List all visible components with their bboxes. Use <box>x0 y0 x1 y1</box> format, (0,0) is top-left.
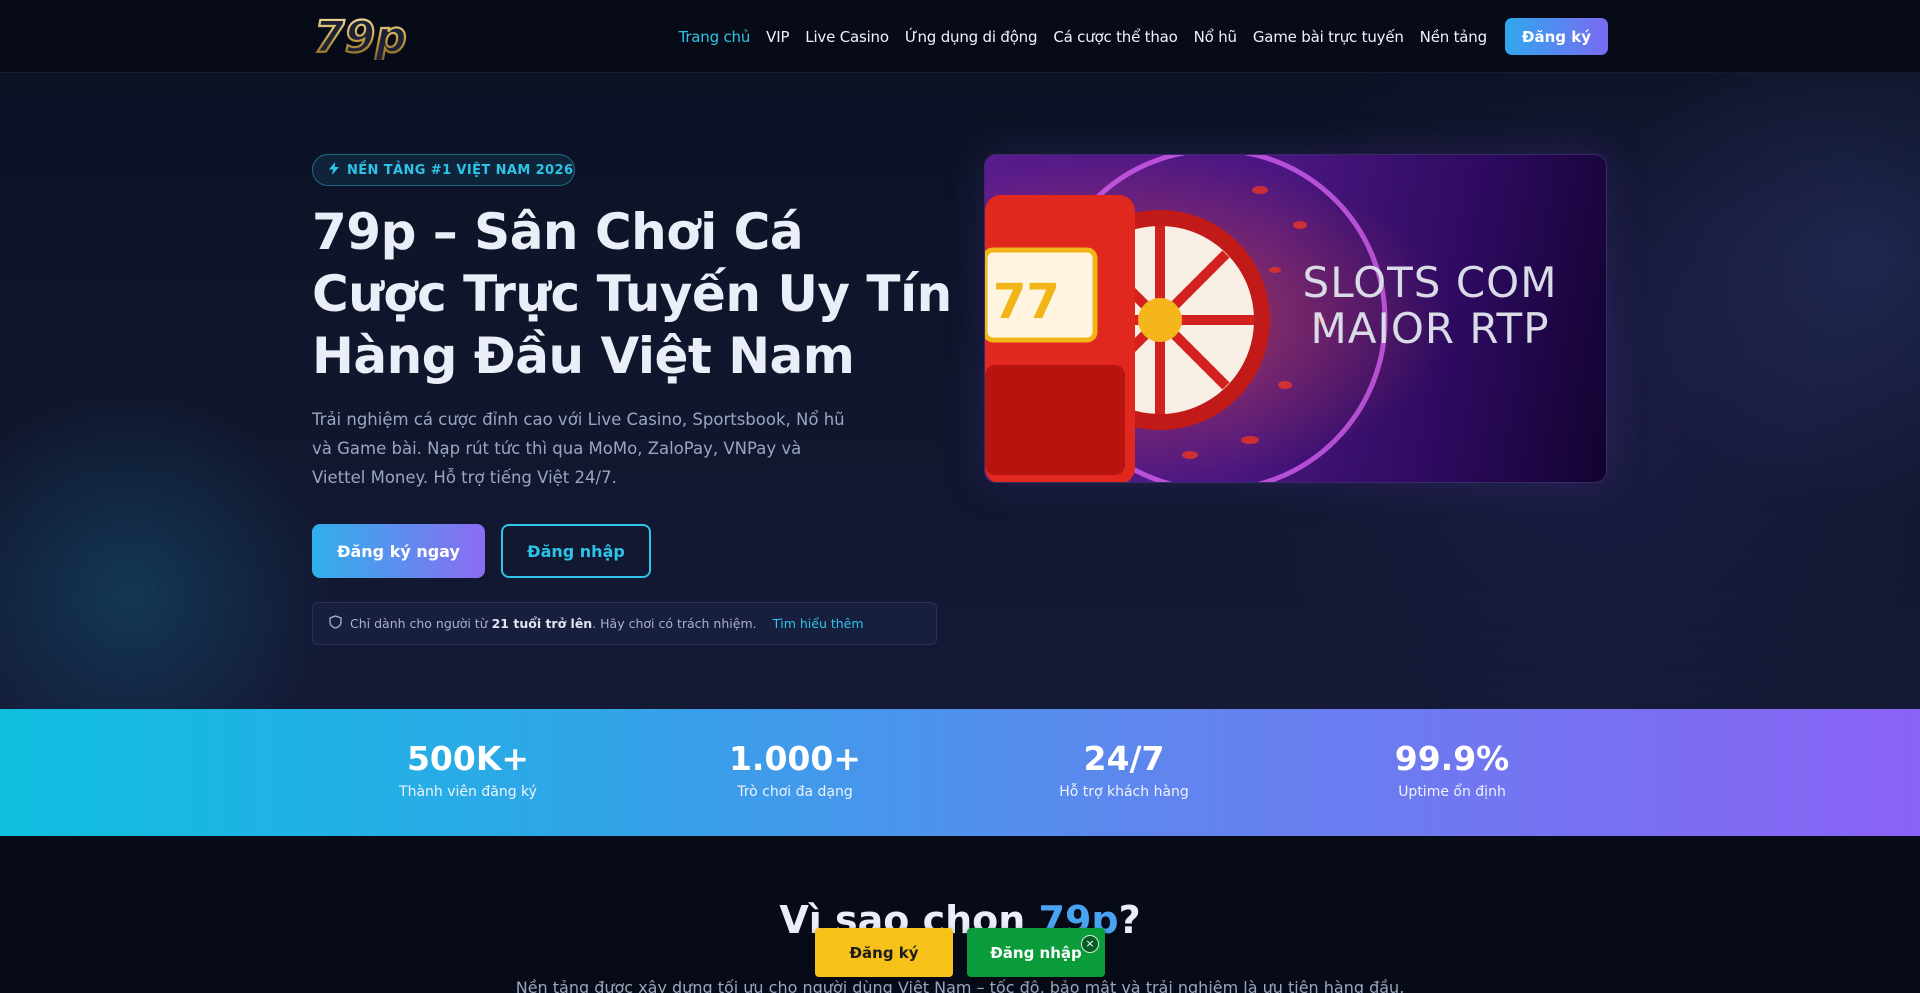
age-notice-text: Chỉ dành cho người từ 21 tuổi trở lên. H… <box>350 616 757 631</box>
nav-link-sports-betting[interactable]: Cá cược thể thao <box>1053 28 1178 46</box>
age-notice-prefix: Chỉ dành cho người từ <box>350 616 488 631</box>
stat-value: 24/7 <box>1083 739 1165 778</box>
age-notice-bold: 21 tuổi trở lên <box>491 616 593 631</box>
stat-value: 99.9% <box>1394 739 1510 778</box>
stat-uptime: 99.9% Uptime ổn định <box>1322 739 1582 803</box>
login-button[interactable]: Đăng nhập <box>501 524 651 578</box>
stat-members: 500K+ Thành viên đăng ký <box>338 739 598 803</box>
floating-register-button[interactable]: Đăng ký <box>815 928 953 977</box>
learn-more-link[interactable]: Tìm hiểu thêm <box>773 616 864 631</box>
age-notice-suffix: . Hãy chơi có trách nhiệm. <box>592 616 757 631</box>
register-now-button[interactable]: Đăng ký ngay <box>312 524 485 578</box>
stat-support: 24/7 Hỗ trợ khách hàng <box>994 739 1254 803</box>
stat-label: Uptime ổn định <box>1398 784 1506 800</box>
nav-register-button[interactable]: Đăng ký <box>1504 18 1608 55</box>
stat-value: 1.000+ <box>728 739 862 778</box>
hero-section: NỀN TẢNG #1 VIỆT NAM 2026 79p – Sân Chơi… <box>0 73 1920 709</box>
lightning-icon <box>329 161 339 179</box>
nav-link-vip[interactable]: VIP <box>766 28 789 46</box>
hero-badge: NỀN TẢNG #1 VIỆT NAM 2026 <box>312 154 575 186</box>
site-logo[interactable]: 79p <box>312 11 430 64</box>
nav-link-slots[interactable]: Nổ hũ <box>1194 28 1237 46</box>
hero-badge-text: NỀN TẢNG #1 VIỆT NAM 2026 <box>347 162 574 178</box>
stat-label: Thành viên đăng ký <box>399 784 537 800</box>
shield-icon <box>329 615 342 632</box>
hero-description: Trải nghiệm cá cược đỉnh cao với Live Ca… <box>312 410 845 487</box>
nav-link-live-casino[interactable]: Live Casino <box>805 28 889 46</box>
why-title-suffix: ? <box>1118 898 1141 942</box>
stat-label: Hỗ trợ khách hàng <box>1059 784 1189 800</box>
nav-link-home[interactable]: Trang chủ <box>679 28 751 46</box>
top-nav: 79p Trang chủ VIP Live Casino Ứng dụng d… <box>0 0 1920 73</box>
why-title: Vì sao chọn 79p? <box>0 898 1920 942</box>
stat-value: 500K+ <box>406 739 530 778</box>
why-section: Vì sao chọn 79p? Nền tảng được xây dựng … <box>0 836 1920 993</box>
nav-link-card-games[interactable]: Game bài trực tuyến <box>1253 28 1404 46</box>
svg-text:77: 77 <box>993 274 1060 330</box>
age-notice: Chỉ dành cho người từ 21 tuổi trở lên. H… <box>312 602 937 645</box>
hero-banner-image: 77 SLOTS COM MAIOR RTP <box>984 154 1607 483</box>
stat-games: 1.000+ Trò chơi đa dạng <box>665 739 925 803</box>
why-subtitle: Nền tảng được xây dựng tối ưu cho người … <box>515 978 1405 993</box>
close-icon[interactable]: × <box>1081 935 1099 953</box>
main-menu: Trang chủ VIP Live Casino Ứng dụng di độ… <box>679 18 1608 55</box>
svg-text:79p: 79p <box>314 12 407 60</box>
stats-band: 500K+ Thành viên đăng ký 1.000+ Trò chơi… <box>0 709 1920 836</box>
banner-text: SLOTS COM MAIOR RTP <box>1302 258 1558 353</box>
stat-label: Trò chơi đa dạng <box>737 784 853 800</box>
nav-link-platform[interactable]: Nền tảng <box>1420 28 1487 46</box>
hero-title: 79p – Sân Chơi Cá Cược Trực Tuyến Uy Tín… <box>312 203 952 385</box>
nav-link-mobile-app[interactable]: Ứng dụng di động <box>905 28 1038 46</box>
